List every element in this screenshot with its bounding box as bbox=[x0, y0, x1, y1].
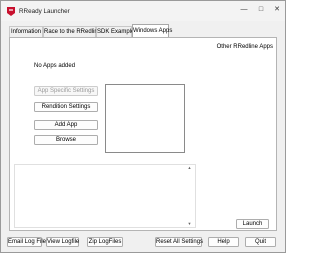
scroll-down-icon[interactable]: ▼ bbox=[187, 222, 192, 226]
quit-button[interactable]: Quit bbox=[245, 237, 276, 247]
minimize-icon[interactable]: — bbox=[238, 5, 250, 15]
reset-all-settings-button[interactable]: Reset All Settings bbox=[155, 237, 203, 247]
log-scrollbar[interactable]: ▲ ▼ bbox=[186, 166, 193, 226]
email-log-file-button[interactable]: Email Log File bbox=[7, 237, 46, 247]
window-title: RReady Launcher bbox=[19, 8, 70, 15]
app-specific-settings-button[interactable]: App Specific Settings bbox=[34, 86, 98, 96]
tab-information[interactable]: Information bbox=[9, 26, 43, 37]
maximize-icon[interactable]: □ bbox=[255, 5, 267, 15]
launcher-window: RReady Launcher — □ ✕ Information Race t… bbox=[0, 0, 286, 253]
apps-listbox[interactable] bbox=[105, 84, 185, 153]
windows-apps-panel: Other RRedline Apps No Apps added App Sp… bbox=[9, 37, 277, 231]
log-output-area[interactable] bbox=[14, 164, 196, 228]
browse-button[interactable]: Browse bbox=[34, 135, 98, 145]
other-apps-label: Other RRedline Apps bbox=[216, 44, 273, 50]
zip-logfiles-button[interactable]: Zip LogFiles bbox=[87, 237, 123, 247]
scroll-up-icon[interactable]: ▲ bbox=[187, 166, 192, 170]
tab-windows-apps[interactable]: Windows Apps bbox=[132, 24, 172, 37]
title-bar: RReady Launcher — □ ✕ bbox=[1, 1, 285, 21]
add-app-button[interactable]: Add App bbox=[34, 120, 98, 130]
no-apps-text: No Apps added bbox=[34, 63, 76, 69]
launch-button[interactable]: Launch bbox=[236, 219, 269, 229]
rendition-settings-button[interactable]: Rendition Settings bbox=[34, 102, 98, 112]
rready-logo-icon bbox=[7, 7, 15, 16]
view-logfile-button[interactable]: View Logfile bbox=[46, 237, 79, 247]
close-icon[interactable]: ✕ bbox=[271, 5, 283, 15]
tab-sdk-examples[interactable]: SDK Examples bbox=[96, 26, 137, 37]
help-button[interactable]: Help bbox=[208, 237, 239, 247]
tab-race-to-the-rredline[interactable]: Race to the RRedline! bbox=[43, 26, 103, 37]
